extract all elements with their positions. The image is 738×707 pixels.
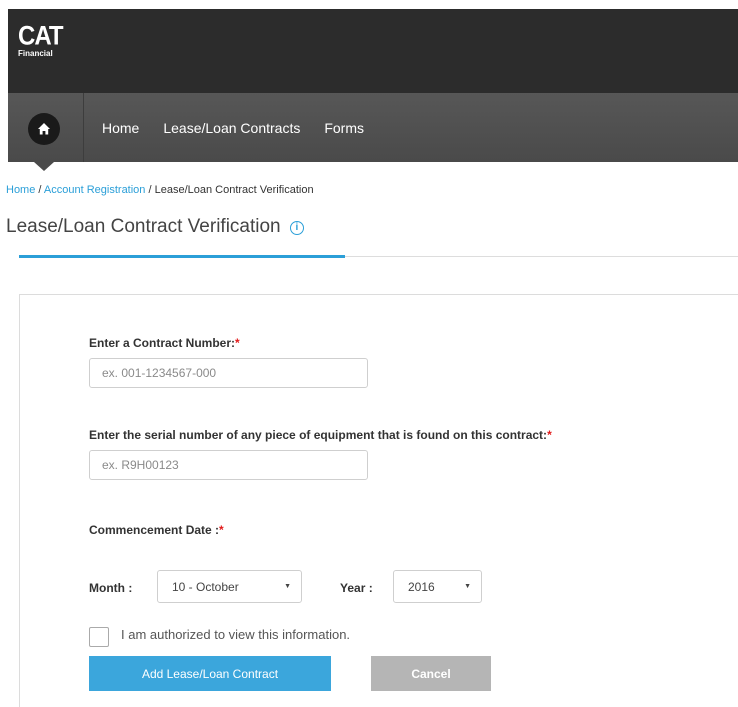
serial-number-label: Enter the serial number of any piece of … [89,428,552,442]
month-select-value: 10 - October [172,579,239,594]
year-label: Year : [340,581,373,595]
home-icon [38,123,50,135]
title-divider-accent [19,255,345,258]
logo-text: CAT [18,21,64,52]
nav-link-home[interactable]: Home [102,120,139,136]
nav-links: Home Lease/Loan Contracts Forms [102,93,388,162]
nav-link-lease-loan-contracts[interactable]: Lease/Loan Contracts [163,120,300,136]
breadcrumb-current: Lease/Loan Contract Verification [154,184,314,196]
nav-active-pointer [34,162,54,171]
commencement-date-label: Commencement Date :* [89,523,224,537]
serial-number-input[interactable] [89,450,368,480]
cancel-button[interactable]: Cancel [371,656,491,691]
breadcrumb: Home / Account Registration / Lease/Loan… [6,184,314,196]
commencement-date-label-text: Commencement Date : [89,523,220,537]
info-icon[interactable]: i [289,221,304,235]
month-label: Month : [89,581,133,595]
top-margin [0,0,738,9]
required-marker: * [547,428,552,442]
year-select-value: 2016 [408,579,435,594]
breadcrumb-account-registration[interactable]: Account Registration [44,184,146,196]
required-marker: * [235,336,240,350]
required-marker: * [219,523,224,537]
dropdown-caret-icon: ▼ [284,583,291,590]
page-title: Lease/Loan Contract Verification i [6,216,304,238]
breadcrumb-separator: / [38,184,42,196]
contract-number-label: Enter a Contract Number:* [89,336,240,350]
cat-financial-logo[interactable]: CAT Financial [18,21,64,64]
nav-divider [83,93,84,162]
serial-number-label-text: Enter the serial number of any piece of … [89,428,548,442]
form-card [19,294,738,707]
authorize-checkbox-label[interactable]: I am authorized to view this information… [121,627,350,642]
contract-number-label-text: Enter a Contract Number: [89,336,236,350]
main-nav: Home Lease/Loan Contracts Forms [8,93,738,171]
contract-number-input[interactable] [89,358,368,388]
app-header: CAT Financial [8,9,738,93]
authorize-checkbox[interactable] [89,627,109,647]
add-lease-loan-contract-button[interactable]: Add Lease/Loan Contract [89,656,331,691]
dropdown-caret-icon: ▼ [464,583,471,590]
page-title-text: Lease/Loan Contract Verification [6,216,281,237]
breadcrumb-home[interactable]: Home [6,184,35,196]
breadcrumb-separator: / [148,184,152,196]
home-button[interactable] [28,113,60,145]
month-select[interactable]: 10 - October ▼ [157,570,302,603]
year-select[interactable]: 2016 ▼ [393,570,482,603]
nav-link-forms[interactable]: Forms [324,120,364,136]
